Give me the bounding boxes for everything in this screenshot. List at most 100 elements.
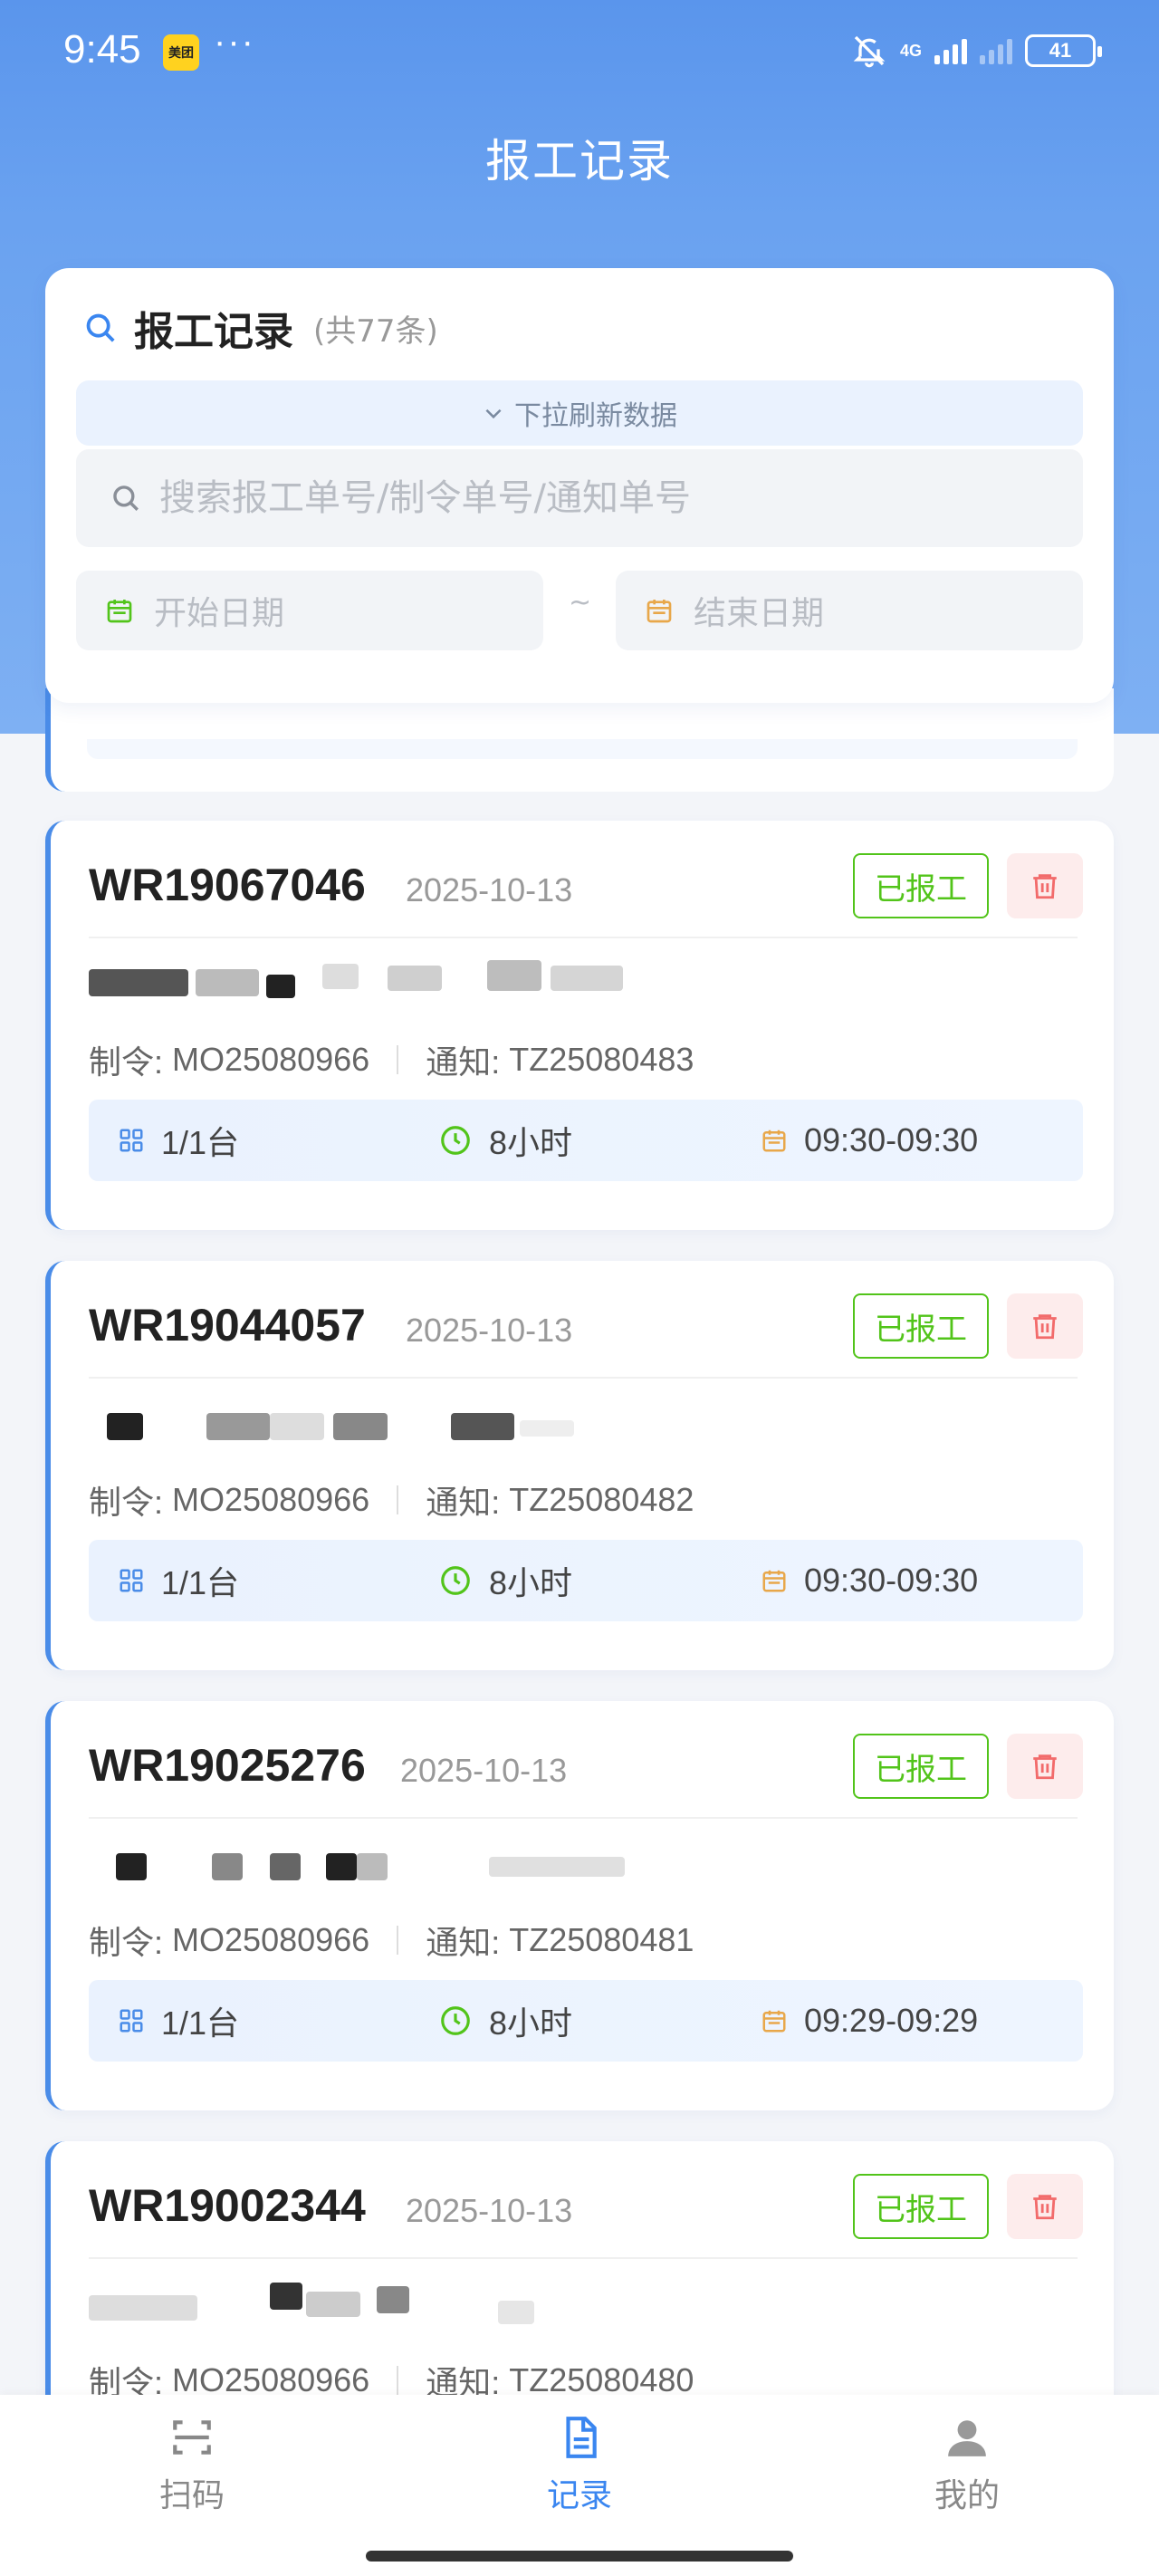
quantity-value: 1/1台	[161, 1124, 240, 1161]
record-card[interactable]: WR19044057 2025-10-13 已报工 制令: MO25080966…	[45, 1261, 1114, 1670]
status-badge: 已报工	[853, 1293, 989, 1359]
record-meta: 制令: MO25080966 通知: TZ25080483	[89, 1036, 694, 1083]
delete-button[interactable]	[1007, 2174, 1083, 2239]
time-range-value: 09:29-09:29	[804, 2002, 979, 2039]
end-date-placeholder: 结束日期	[694, 595, 825, 632]
hours-value: 8小时	[489, 1124, 573, 1161]
home-indicator[interactable]	[366, 2551, 793, 2562]
quantity-value: 1/1台	[161, 1564, 240, 1601]
time-stat: 09:29-09:29	[761, 1980, 978, 2062]
nav-records[interactable]: 记录	[489, 2415, 670, 2516]
signal-strength-secondary-icon	[980, 37, 1012, 64]
network-type: 4G	[899, 42, 922, 60]
record-meta: 制令: MO25080966 通知: TZ25080481	[89, 1917, 694, 1964]
user-icon	[948, 2420, 986, 2456]
delete-button[interactable]	[1007, 1734, 1083, 1799]
notice-number: TZ25080480	[509, 2361, 694, 2398]
hours-value: 8小时	[489, 2004, 573, 2042]
record-card[interactable]: WR19025276 2025-10-13 已报工 制令: MO25080966…	[45, 1701, 1114, 2110]
record-card[interactable]: WR19067046 2025-10-13 已报工 制令: MO25080966…	[45, 821, 1114, 1230]
hours-stat: 8小时	[438, 1100, 572, 1181]
meituan-app-icon: 美团	[163, 34, 199, 71]
nav-records-label: 记录	[546, 2477, 612, 2514]
trash-icon	[1033, 874, 1057, 899]
nav-mine[interactable]: 我的	[876, 2415, 1058, 2516]
meta-separator	[397, 2366, 399, 2395]
product-name-redacted	[89, 2277, 723, 2328]
notice-label: 通知:	[426, 1924, 501, 1961]
clock-icon	[441, 1566, 470, 1595]
clock-icon	[441, 2006, 470, 2035]
order-label: 制令:	[89, 1484, 164, 1521]
order-number: MO25080966	[172, 1921, 370, 1958]
battery-icon: 41	[1025, 34, 1102, 67]
start-date-placeholder: 开始日期	[154, 595, 285, 632]
quantity-stat: 1/1台	[118, 1980, 239, 2062]
refresh-hint-text: 下拉刷新数据	[514, 400, 677, 432]
end-date-picker[interactable]: 结束日期	[616, 571, 1083, 650]
card-divider	[89, 2257, 1078, 2259]
time-range-value: 09:30-09:30	[804, 1562, 979, 1599]
chevron-down-icon	[485, 409, 502, 419]
calendar-icon	[762, 1570, 786, 1592]
search-card-header: 报工记录 (共77条)	[83, 299, 438, 357]
record-stats: 1/1台 8小时 09:30-09:30	[89, 1100, 1083, 1181]
record-date: 2025-10-13	[406, 1312, 573, 1349]
more-notifications-icon: ···	[214, 22, 255, 62]
product-name-redacted	[89, 956, 723, 1007]
notice-label: 通知:	[426, 1484, 501, 1521]
record-date: 2025-10-13	[400, 1752, 568, 1789]
signal-strength-icon	[934, 37, 967, 64]
order-number: MO25080966	[172, 2361, 370, 2398]
order-label: 制令:	[89, 1924, 164, 1961]
nav-scan-label: 扫码	[158, 2477, 225, 2514]
document-icon	[566, 2417, 597, 2458]
record-card-partial[interactable]	[45, 688, 1114, 792]
meta-separator	[397, 1485, 399, 1514]
trash-icon	[1033, 1754, 1057, 1780]
calendar-icon	[647, 600, 672, 623]
nav-mine-label: 我的	[934, 2477, 1000, 2514]
date-range-separator: ~	[569, 587, 592, 619]
status-badge: 已报工	[853, 1734, 989, 1799]
search-input[interactable]	[159, 477, 1047, 519]
card-divider	[89, 937, 1078, 938]
delete-button[interactable]	[1007, 1293, 1083, 1359]
search-card: 报工记录 (共77条) 下拉刷新数据 开始日期 ~ 结束日期	[45, 268, 1114, 703]
quantity-stat: 1/1台	[118, 1100, 239, 1181]
delete-button[interactable]	[1007, 853, 1083, 918]
notice-number: TZ25080481	[509, 1921, 694, 1958]
notice-label: 通知:	[426, 1043, 501, 1081]
meta-separator	[397, 1926, 399, 1955]
record-id: WR19044057	[89, 1300, 366, 1350]
order-number: MO25080966	[172, 1481, 370, 1518]
pull-to-refresh-hint: 下拉刷新数据	[76, 380, 1083, 446]
status-time: 9:45	[63, 27, 141, 72]
trash-icon	[1033, 2195, 1057, 2220]
record-list: WR19067046 2025-10-13 已报工 制令: MO25080966…	[45, 821, 1114, 2576]
order-number: MO25080966	[172, 1041, 370, 1078]
start-date-picker[interactable]: 开始日期	[76, 571, 543, 650]
nav-scan[interactable]: 扫码	[101, 2415, 283, 2516]
bottom-nav: 扫码 记录 我的	[0, 2395, 1159, 2576]
records-count: (共77条)	[313, 312, 438, 350]
record-stats: 1/1台 8小时 09:30-09:30	[89, 1540, 1083, 1621]
notice-number: TZ25080483	[509, 1041, 694, 1078]
record-date: 2025-10-13	[406, 871, 573, 908]
time-range-value: 09:30-09:30	[804, 1121, 979, 1158]
record-meta: 制令: MO25080966 通知: TZ25080482	[89, 1476, 694, 1523]
product-name-redacted	[89, 1397, 723, 1447]
search-icon	[86, 313, 115, 342]
grid-icon	[120, 2009, 143, 2033]
battery-level: 41	[1049, 39, 1072, 62]
quantity-stat: 1/1台	[118, 1540, 239, 1621]
time-stat: 09:30-09:30	[761, 1540, 978, 1621]
search-box[interactable]	[76, 449, 1083, 547]
records-heading: 报工记录	[134, 309, 293, 355]
notice-number: TZ25080482	[509, 1481, 694, 1518]
status-badge: 已报工	[853, 2174, 989, 2239]
card-divider	[89, 1377, 1078, 1379]
time-stat: 09:30-09:30	[761, 1100, 978, 1181]
record-stats-partial	[87, 739, 1078, 759]
bell-muted-icon	[853, 35, 886, 68]
